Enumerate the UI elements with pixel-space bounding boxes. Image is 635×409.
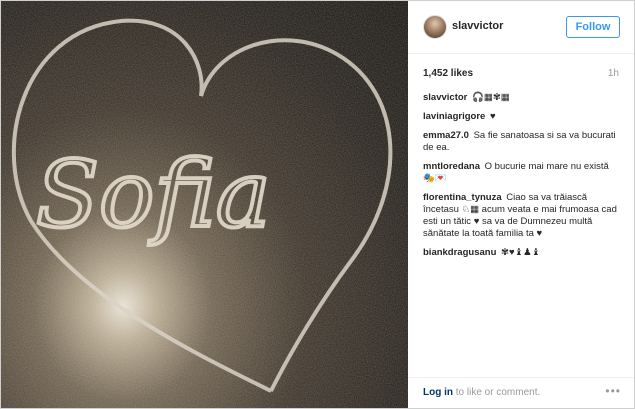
avatar[interactable]: [423, 15, 447, 39]
comment-item: emma27.0 Sa fie sanatoasa si sa va bucur…: [423, 130, 623, 154]
photo-scrawl: Sofia: [36, 141, 271, 248]
comment-username[interactable]: florentina_tynuza: [423, 192, 502, 203]
post-photo[interactable]: Sofia: [1, 1, 408, 408]
comment-text: ♥: [489, 111, 496, 122]
post-sidebar: slavvictor Follow 1,452 likes 1h slavvic…: [408, 1, 634, 408]
comment-username[interactable]: biankdragusanu: [423, 247, 496, 258]
follow-button[interactable]: Follow: [566, 16, 620, 38]
author-username[interactable]: slavvictor: [452, 20, 503, 32]
comment-item: biankdragusanu ✾♥♝♟♝: [423, 247, 623, 259]
login-link[interactable]: Log in: [423, 387, 453, 398]
comment-username[interactable]: emma27.0: [423, 130, 469, 141]
post-time[interactable]: 1h: [608, 68, 619, 79]
heart-drawing: Sofia: [1, 1, 408, 408]
comment-text: ✾♥♝♟♝: [501, 247, 541, 258]
comment-username[interactable]: laviniagrigore: [423, 111, 485, 122]
comment-item: laviniagrigore ♥: [423, 111, 623, 123]
instagram-post: Sofia slavvictor Follow 1,452 likes 1h s…: [0, 0, 635, 409]
likes-row: 1,452 likes 1h: [423, 68, 619, 79]
comment-username[interactable]: mntloredana: [423, 161, 480, 172]
likes-count[interactable]: 1,452 likes: [423, 68, 473, 79]
login-prompt: Log in to like or comment.: [423, 387, 540, 398]
post-header: slavvictor Follow: [408, 1, 634, 54]
more-options-icon[interactable]: •••: [605, 384, 621, 398]
comment-list: slavvictor 🎧▦✾▦ laviniagrigore ♥ emma27.…: [423, 92, 623, 266]
comment-text: 🎧▦✾▦: [472, 92, 510, 103]
login-prompt-text: to like or comment.: [453, 387, 541, 398]
comment-username[interactable]: slavvictor: [423, 92, 467, 103]
comment-item: florentina_tynuza Ciao sa va trăiască în…: [423, 192, 623, 240]
comment-item: mntloredana O bucurie mai mare nu există…: [423, 161, 623, 185]
post-footer: Log in to like or comment. •••: [408, 377, 634, 408]
comment-item: slavvictor 🎧▦✾▦: [423, 92, 623, 104]
